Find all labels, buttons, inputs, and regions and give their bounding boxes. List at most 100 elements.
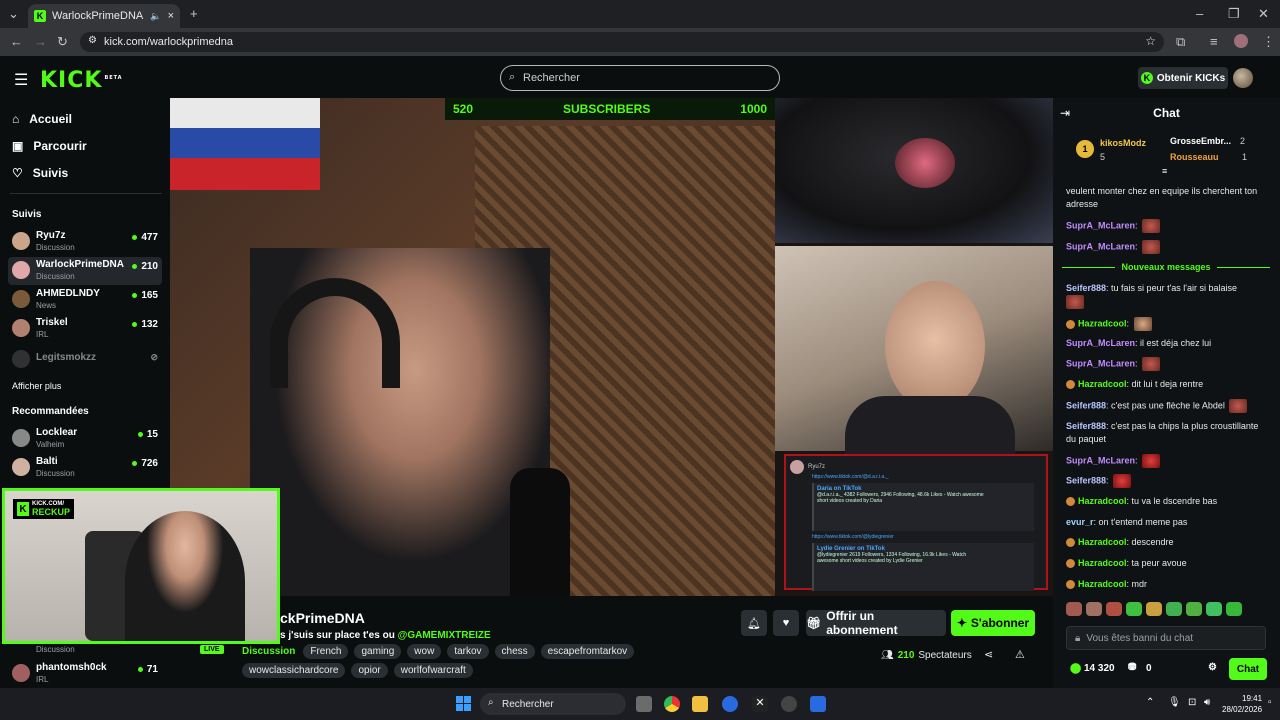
emote-icon[interactable] xyxy=(1106,602,1122,616)
sidebar-channel[interactable]: Locklear Valheim 15 xyxy=(8,425,162,453)
emote-icon[interactable] xyxy=(1166,602,1182,616)
mini-player[interactable]: K KICK.COM/RECKUP xyxy=(2,488,280,644)
message-username[interactable]: SuprA_McLaren xyxy=(1066,455,1135,465)
search-input[interactable]: ⌕ Rechercher xyxy=(500,65,780,91)
back-icon[interactable]: ← xyxy=(10,35,23,49)
new-tab-icon[interactable]: + xyxy=(190,7,198,21)
notifications-icon[interactable]: ▫ xyxy=(1268,697,1272,708)
browser-tab[interactable]: K WarlockPrimeDNA Stream 🔈 × xyxy=(28,4,180,28)
sidebar-channel-offline[interactable]: Legitsmokzz ⊘ xyxy=(8,346,162,374)
tag-chip[interactable]: wow xyxy=(407,644,442,659)
nav-browse[interactable]: ▣ Parcourir xyxy=(12,139,87,153)
sidebar-channel-active[interactable]: WarlockPrimeDNA Discussion 210 xyxy=(8,257,162,285)
tab-list-icon[interactable]: ⌄ xyxy=(8,7,19,21)
message-username[interactable]: Hazradcool xyxy=(1078,379,1127,389)
emote-icon[interactable] xyxy=(1066,602,1082,616)
tray-chevron-icon[interactable]: ⌃ xyxy=(1146,697,1154,708)
tag-chip[interactable]: gaming xyxy=(354,644,402,659)
minimize-icon[interactable]: – xyxy=(1196,7,1203,21)
site-info-icon[interactable]: ⚙ xyxy=(88,35,97,46)
emote-icon[interactable] xyxy=(1186,602,1202,616)
report-icon[interactable]: ⚠ xyxy=(1015,648,1025,661)
reading-list-icon[interactable]: ≡ xyxy=(1210,35,1218,49)
sidebar-channel[interactable]: Ryu7z Discussion 477 xyxy=(8,228,162,256)
channel-points[interactable]: 0 xyxy=(1146,663,1152,674)
tag-chip[interactable]: worlfofwarcraft xyxy=(393,663,473,678)
nav-home[interactable]: ⌂ Accueil xyxy=(12,112,72,126)
url-bar[interactable]: ⚙ kick.com/warlockprimedna ☆ xyxy=(80,32,1164,52)
stream-category-link[interactable]: Discussion xyxy=(242,646,295,657)
sidebar-channel[interactable]: Balti Discussion 726 xyxy=(8,454,162,482)
video-player[interactable]: 520 SUBSCRIBERS 1000 Ryu7z https://www.t… xyxy=(170,98,1053,596)
restore-icon[interactable]: ❐ xyxy=(1228,7,1240,21)
message-username[interactable]: SuprA_McLaren xyxy=(1066,220,1135,230)
browser-menu-icon[interactable]: ⋮ xyxy=(1262,35,1275,49)
gift-subscription-button[interactable]: 🎁︎ Offrir un abonnement xyxy=(806,609,946,637)
tab-close-icon[interactable]: × xyxy=(168,10,174,22)
message-username[interactable]: Hazradcool xyxy=(1078,318,1127,328)
app-icon[interactable] xyxy=(781,696,797,712)
message-username[interactable]: Seifer888 xyxy=(1066,421,1106,431)
network-icon[interactable]: ⊡ xyxy=(1188,697,1196,708)
taskbar-search[interactable]: ⌕ Rechercher xyxy=(480,693,626,715)
show-more-link[interactable]: Afficher plus xyxy=(12,381,61,391)
leader-name[interactable]: kikosModz xyxy=(1100,138,1146,148)
extensions-icon[interactable]: ⧉ xyxy=(1176,35,1185,49)
follow-button[interactable]: ♥ xyxy=(773,610,799,636)
message-username[interactable]: SuprA_McLaren xyxy=(1066,358,1135,368)
emote-icon[interactable] xyxy=(1086,602,1102,616)
notification-bell-button[interactable]: 🔔︎ xyxy=(741,610,767,636)
leader-name[interactable]: Rousseauu xyxy=(1170,152,1219,162)
emote-icon[interactable] xyxy=(1206,602,1222,616)
message-username[interactable]: SuprA_McLaren xyxy=(1066,338,1135,348)
profile-avatar[interactable] xyxy=(1234,34,1248,48)
message-username[interactable]: evur_r xyxy=(1066,517,1094,527)
tag-chip[interactable]: chess xyxy=(494,644,535,659)
message-username[interactable]: Hazradcool xyxy=(1078,558,1127,568)
sidebar-channel[interactable]: Triskel IRL 132 xyxy=(8,315,162,343)
message-username[interactable]: Hazradcool xyxy=(1078,579,1127,589)
message-username[interactable]: Hazradcool xyxy=(1078,496,1127,506)
microphone-icon[interactable]: 🎙︎ xyxy=(1168,697,1181,708)
volume-icon[interactable]: 🔊︎ xyxy=(1204,697,1210,708)
tab-audio-icon[interactable]: 🔈 xyxy=(150,11,161,22)
subscribe-button[interactable]: ✦ S'abonner xyxy=(951,610,1035,636)
kicks-balance[interactable]: 14 320 xyxy=(1084,663,1115,674)
stream-title-mention[interactable]: @GAMEMIXTREIZE xyxy=(398,630,491,641)
streamer-name[interactable]: ckPrimeDNA xyxy=(280,610,365,626)
hamburger-menu-icon[interactable]: ☰ xyxy=(14,70,28,90)
tag-chip[interactable]: opior xyxy=(351,663,388,678)
chat-input[interactable]: 🔒︎ Vous êtes banni du chat xyxy=(1066,626,1266,650)
sidebar-channel[interactable]: AHMEDLNDY News 165 xyxy=(8,286,162,314)
leader-name[interactable]: GrosseEmbr... xyxy=(1170,136,1231,146)
close-window-icon[interactable]: ✕ xyxy=(1258,7,1269,21)
file-explorer-icon[interactable] xyxy=(692,696,708,712)
emote-icon[interactable] xyxy=(1146,602,1162,616)
emote-icon[interactable] xyxy=(1126,602,1142,616)
message-username[interactable]: SuprA_McLaren xyxy=(1066,241,1135,251)
task-view-icon[interactable] xyxy=(636,696,652,712)
app-icon[interactable]: ✕ xyxy=(752,696,768,712)
message-username[interactable]: Seifer888 xyxy=(1066,475,1106,485)
tag-chip[interactable]: tarkov xyxy=(447,644,489,659)
start-icon[interactable] xyxy=(456,696,471,711)
tag-chip[interactable]: escapefromtarkov xyxy=(540,644,635,659)
message-username[interactable]: Seifer888 xyxy=(1066,400,1106,410)
sidebar-channel[interactable]: phantomsh0ck IRL 71 xyxy=(8,660,162,688)
message-username[interactable]: Seifer888 xyxy=(1066,283,1106,293)
send-chat-button[interactable]: Chat xyxy=(1229,658,1267,680)
chat-settings-icon[interactable]: ⚙ xyxy=(1208,662,1217,673)
chrome-icon[interactable] xyxy=(664,696,680,712)
user-avatar[interactable] xyxy=(1233,68,1253,88)
nav-following[interactable]: ♡ Suivis xyxy=(12,166,68,180)
tag-chip[interactable]: French xyxy=(303,644,349,659)
get-kicks-button[interactable]: K Obtenir KICKs xyxy=(1138,67,1228,89)
emote-icon[interactable] xyxy=(1226,602,1242,616)
bookmark-star-icon[interactable]: ☆ xyxy=(1145,34,1156,48)
app-icon[interactable] xyxy=(722,696,738,712)
pin-toggle-icon[interactable]: ≡ xyxy=(1162,166,1167,176)
tag-chip[interactable]: wowclassichardcore xyxy=(242,663,346,678)
share-icon[interactable]: ⋖ xyxy=(984,648,993,661)
kick-logo[interactable]: KICK BETA xyxy=(40,68,123,93)
message-username[interactable]: Hazradcool xyxy=(1078,537,1127,547)
